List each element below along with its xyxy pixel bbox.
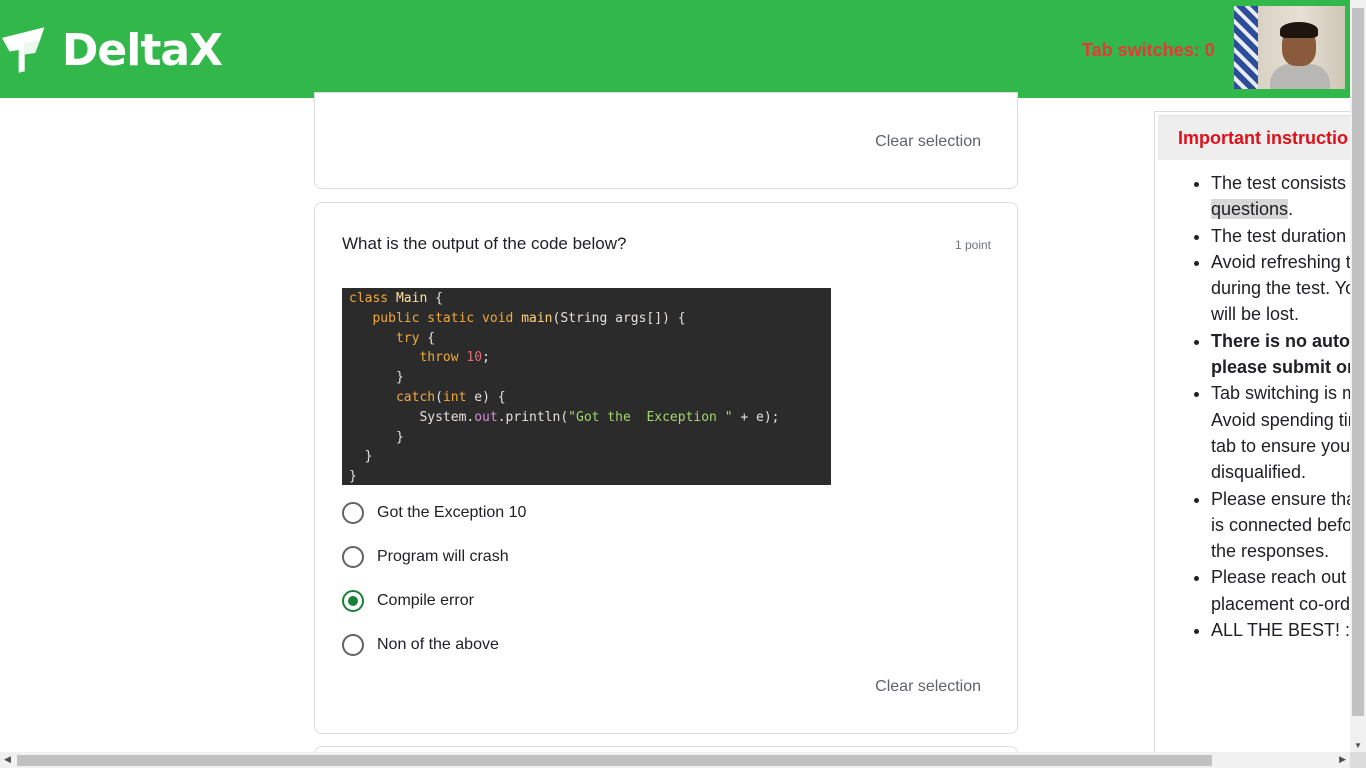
webcam-person-body [1270, 64, 1330, 89]
option-none-of-the-above[interactable]: Non of the above [342, 633, 499, 657]
radio-button[interactable] [342, 634, 364, 656]
option-program-will-crash[interactable]: Program will crash [342, 545, 509, 569]
instructions-title: Important instructio [1178, 128, 1348, 148]
scroll-right-arrow-icon[interactable]: ▶ [1339, 754, 1346, 765]
instruction-bold-text: There is no auto- please submit or [1211, 330, 1350, 378]
instruction-item: The test consists questions. [1211, 170, 1350, 223]
code-line: } [349, 429, 404, 445]
code-image: class Main { public static void main(Str… [342, 288, 831, 485]
app-header: DeltaX Tab switches: 0 [0, 0, 1350, 98]
previous-question-card: Clear selection [314, 92, 1018, 189]
instructions-panel: Important instructio The test consists q… [1154, 111, 1350, 756]
clear-selection-button[interactable]: Clear selection [875, 678, 981, 696]
vertical-scrollbar-thumb[interactable] [1352, 8, 1364, 716]
option-label: Compile error [377, 592, 474, 609]
instruction-item: Tab switching is m Avoid spending tir ta… [1211, 380, 1350, 485]
instruction-text: . [1288, 199, 1294, 220]
tab-switches-counter: Tab switches: 0 [1082, 40, 1215, 60]
code-line: } [349, 370, 404, 386]
brand-name: DeltaX [61, 24, 223, 76]
vertical-scrollbar[interactable]: ▼ [1350, 0, 1366, 752]
option-label: Program will crash [377, 548, 509, 565]
horizontal-scrollbar-thumb[interactable] [17, 755, 1212, 766]
radio-button-selected[interactable] [342, 590, 364, 612]
instruction-text: The test consists [1211, 173, 1347, 193]
instruction-item: There is no auto- please submit or [1211, 328, 1350, 381]
option-compile-error[interactable]: Compile error [342, 589, 474, 613]
radio-button[interactable] [342, 546, 364, 568]
instructions-title-bar: Important instructio [1158, 115, 1350, 160]
question-points: 1 point [954, 238, 991, 252]
scroll-down-arrow-icon[interactable]: ▼ [1354, 741, 1362, 750]
code-line: catch(int e) { [395, 389, 506, 405]
instruction-highlight: questions [1211, 199, 1289, 220]
deltax-logo[interactable]: DeltaX [2, 18, 223, 82]
question-card: What is the output of the code below? 1 … [314, 202, 1018, 734]
scrollbar-corner [1350, 752, 1366, 768]
instructions-list: The test consists questions. The test du… [1193, 170, 1350, 643]
code-line: public static void main(String args[]) { [372, 310, 686, 326]
instruction-item: Avoid refreshing t during the test. Yo w… [1211, 249, 1350, 328]
webcam-person-hair [1280, 22, 1318, 38]
webcam-preview [1234, 6, 1345, 89]
code-line: throw 10; [419, 350, 490, 366]
code-line: class Main { [349, 291, 443, 306]
question-text: What is the output of the code below? [342, 234, 627, 253]
instruction-item: Please ensure tha is connected befo the … [1211, 486, 1350, 565]
code-line: } [349, 469, 357, 485]
code-line: try { [395, 330, 436, 346]
clear-selection-button[interactable]: Clear selection [875, 133, 981, 151]
instruction-item: Please reach out placement co-ordi [1211, 564, 1350, 617]
deltax-logo-icon [2, 27, 45, 73]
code-line: System.out.println("Got the Exception " … [349, 409, 780, 425]
scroll-left-arrow-icon[interactable]: ◀ [4, 754, 11, 765]
instruction-item: The test duration [1211, 223, 1350, 249]
webcam-background [1234, 6, 1258, 89]
option-got-the-exception[interactable]: Got the Exception 10 [342, 501, 526, 525]
instruction-item: ALL THE BEST! : [1211, 617, 1350, 643]
horizontal-scrollbar[interactable]: ◀ ▶ [0, 752, 1350, 768]
code-line: } [349, 449, 373, 465]
radio-button[interactable] [342, 502, 364, 524]
option-label: Non of the above [377, 636, 499, 653]
option-label: Got the Exception 10 [377, 504, 527, 521]
